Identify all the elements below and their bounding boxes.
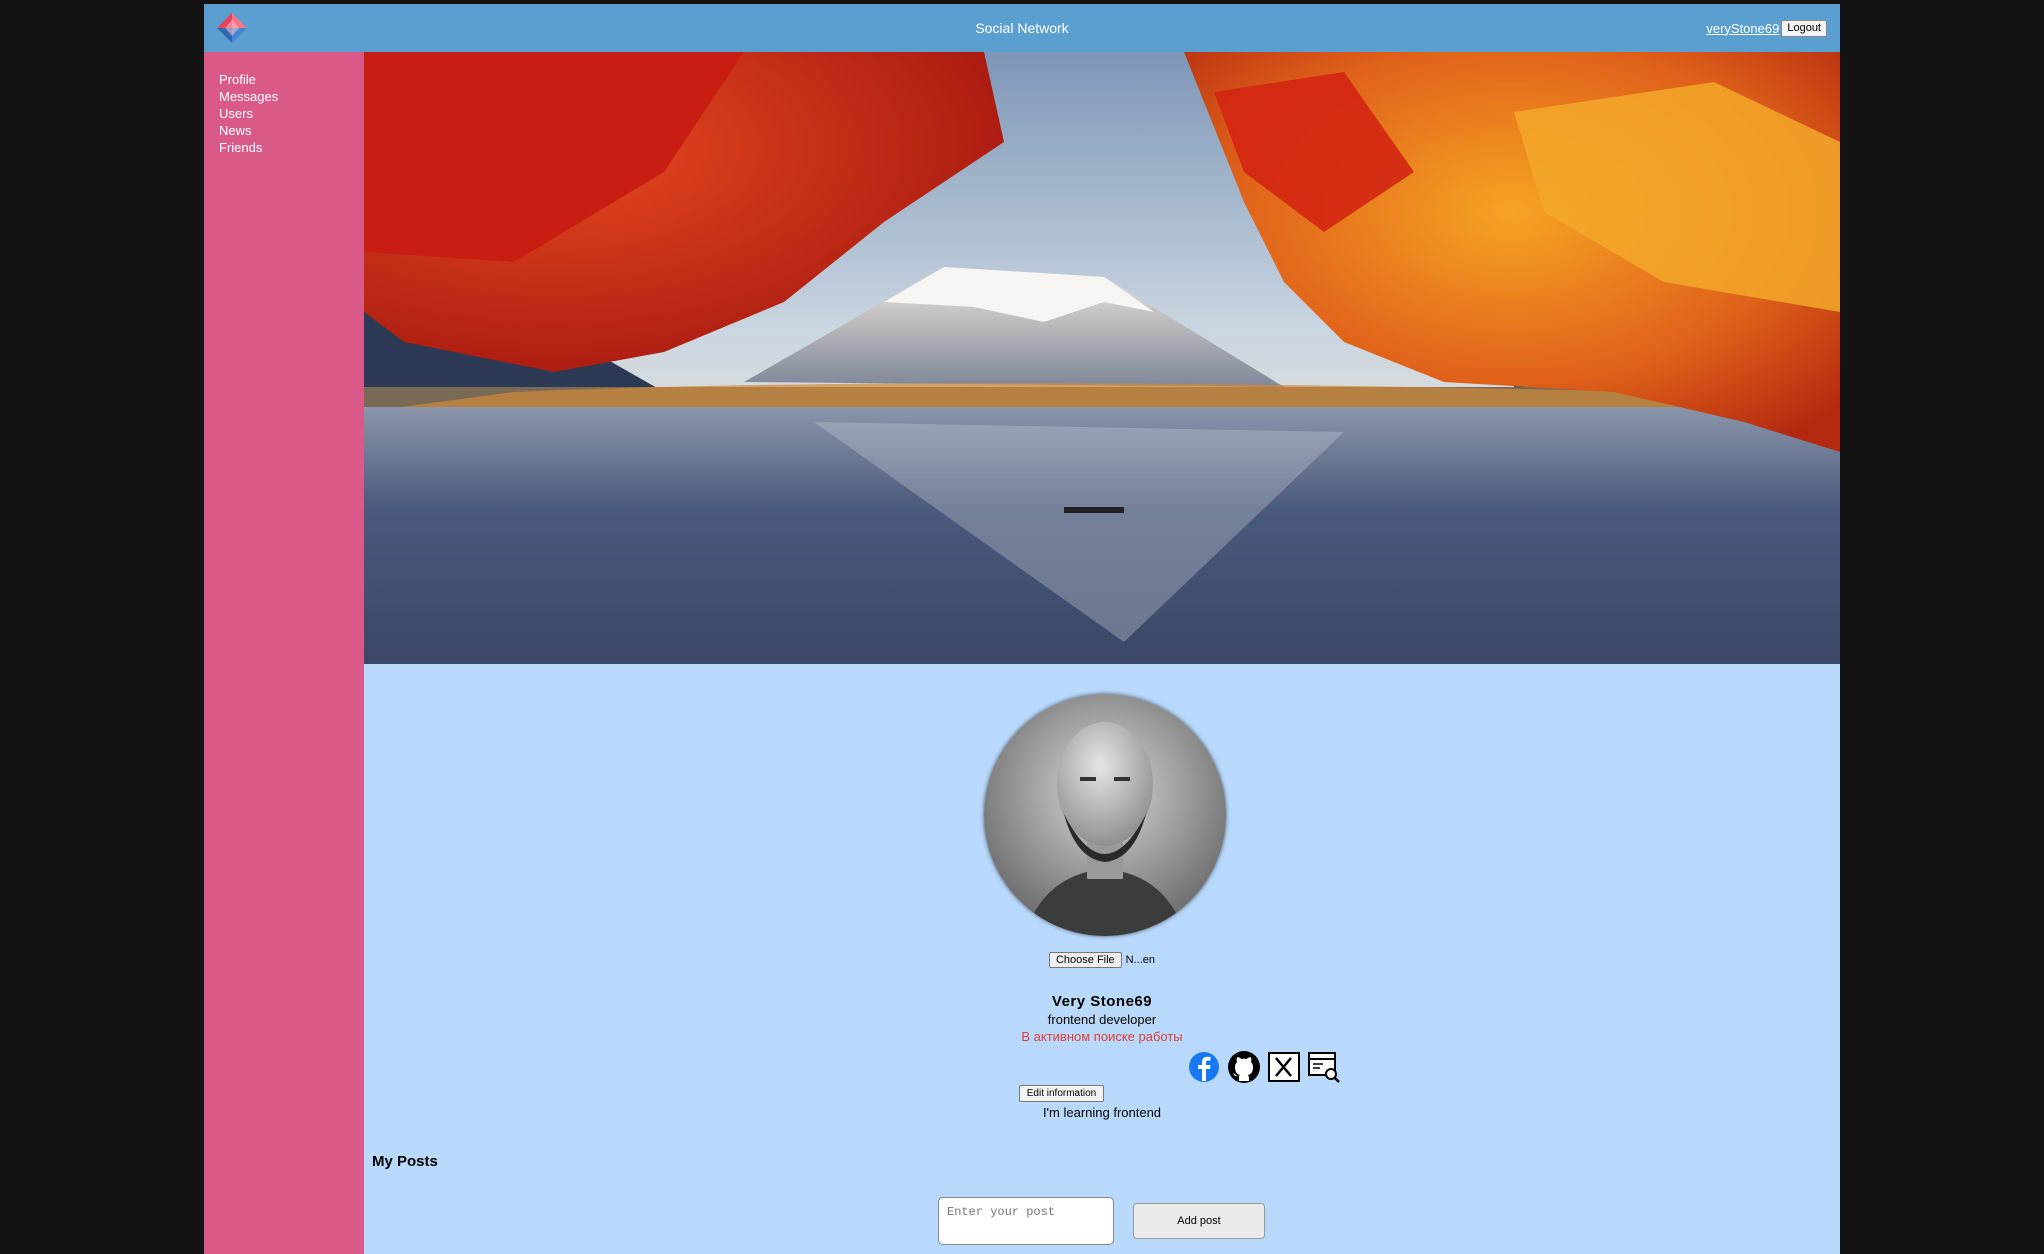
app-title: Social Network [975, 20, 1069, 36]
choose-file-button[interactable]: Choose File [1048, 952, 1122, 968]
profile-full-name: Very Stone69 [1051, 993, 1153, 1010]
profile-content: Choose File N...en Very Stone69 frontend… [364, 664, 1840, 1254]
sidebar-item-users[interactable]: Users [219, 105, 364, 122]
profile-job: frontend developer [1047, 1012, 1157, 1027]
add-post-button[interactable]: Add post [1133, 1203, 1265, 1239]
file-name-text: N...en [1125, 954, 1156, 966]
website-search-icon[interactable] [1307, 1050, 1341, 1084]
header: Social Network veryStone69 Logout [204, 4, 1840, 52]
sidebar-nav: Profile Messages Users News Friends [204, 52, 364, 156]
login-block: veryStone69 Logout [1706, 19, 1827, 37]
job-status-text: В активном поиске работы [1021, 1029, 1183, 1044]
sidebar: Profile Messages Users News Friends [204, 52, 364, 1254]
app-container: Social Network veryStone69 Logout Profil… [204, 4, 1840, 1254]
facebook-icon[interactable] [1187, 1050, 1221, 1084]
cover-image [364, 52, 1840, 664]
sidebar-item-news[interactable]: News [219, 122, 364, 139]
edit-information-button[interactable]: Edit information [1019, 1085, 1104, 1102]
sidebar-item-friends[interactable]: Friends [219, 139, 364, 156]
post-input[interactable] [938, 1197, 1114, 1245]
sidebar-item-profile[interactable]: Profile [219, 71, 364, 88]
avatar [984, 694, 1226, 936]
login-username-link[interactable]: veryStone69 [1706, 21, 1779, 36]
avatar-upload-row: Choose File N...en [364, 952, 1840, 968]
github-icon[interactable] [1227, 1050, 1261, 1084]
my-posts-title: My Posts [372, 1153, 438, 1170]
logout-button[interactable]: Logout [1781, 19, 1827, 37]
sidebar-item-messages[interactable]: Messages [219, 88, 364, 105]
x-twitter-icon[interactable] [1267, 1050, 1301, 1084]
social-links [1187, 1050, 1341, 1084]
about-me-text: I'm learning frontend [1042, 1105, 1162, 1120]
avatar-image [984, 694, 1226, 936]
